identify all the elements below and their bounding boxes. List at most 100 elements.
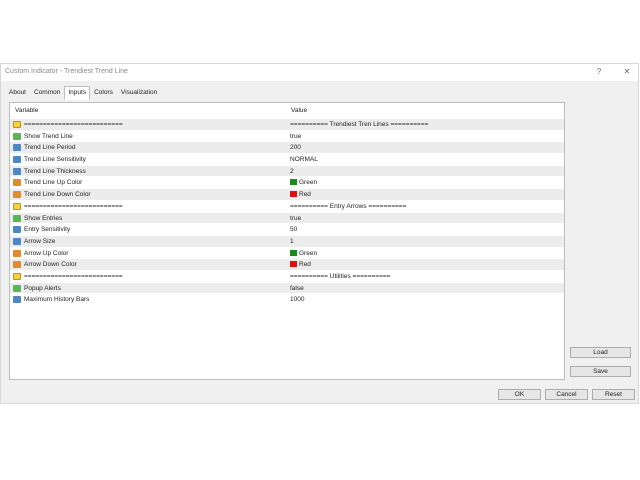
variable-value-text: true: [290, 214, 302, 222]
variable-value[interactable]: ========== Trendiest Tren Lines ========…: [290, 121, 428, 128]
column-header-variable: Variable: [15, 107, 39, 114]
ab-icon: [13, 202, 21, 210]
cancel-button[interactable]: Cancel: [545, 389, 588, 400]
variable-value[interactable]: 1000: [290, 296, 304, 303]
ab-icon: [13, 121, 21, 128]
tab-visualization[interactable]: Visualization: [117, 86, 161, 99]
window-title: Custom Indicator - Trendiest Trend Line: [5, 68, 128, 75]
variable-name: Trend Line Thickness: [24, 167, 86, 175]
variable-value-text: false: [290, 284, 304, 292]
ok-button[interactable]: OK: [498, 389, 541, 400]
variable-value[interactable]: Red: [290, 191, 311, 198]
help-icon[interactable]: ?: [593, 67, 605, 76]
variable-name: Entry Sensitivity: [24, 226, 71, 234]
variable-name: Trend Line Period: [24, 144, 76, 152]
color-swatch: [290, 191, 297, 198]
table-row[interactable]: Trend Line Down Color Red: [10, 189, 564, 201]
variable-name: Show Entries: [24, 214, 63, 222]
color-icon: [13, 179, 21, 187]
tab-inputs[interactable]: Inputs: [64, 86, 91, 100]
variable-value-text: NORMAL: [290, 156, 318, 164]
table-header: Variable Value: [10, 103, 564, 117]
variable-value-text: Green: [299, 249, 318, 257]
variable-name: ==========================: [24, 202, 123, 210]
bool-icon: [13, 132, 21, 140]
variable-name: ==========================: [24, 272, 123, 280]
table-row[interactable]: Popup Alerts false: [10, 282, 564, 295]
table-row[interactable]: ========================== ========== Ent…: [10, 201, 564, 213]
table-row[interactable]: ========================== ========== Uti…: [10, 271, 564, 283]
variable-value[interactable]: true: [290, 133, 301, 140]
variable-value-text: Green: [299, 179, 318, 187]
table-row[interactable]: Arrow Down Color Red: [10, 259, 564, 271]
variable-name: Arrow Up Color: [24, 249, 69, 257]
variable-value[interactable]: true: [290, 215, 301, 222]
variable-value-text: ========== Entry Arrows ==========: [290, 202, 407, 210]
variable-name: Trend Line Up Color: [24, 179, 83, 187]
bool-icon: [13, 214, 21, 222]
color-icon: [13, 191, 21, 199]
table-row[interactable]: Entry Sensitivity 50: [10, 224, 564, 236]
color-swatch: [290, 261, 297, 268]
variable-name: Trend Line Sensitivity: [24, 156, 86, 164]
variable-value[interactable]: Green: [290, 179, 317, 186]
variable-value-text: Red: [299, 261, 311, 269]
variable-value[interactable]: Red: [290, 261, 311, 268]
tab-common[interactable]: Common: [30, 86, 64, 99]
variable-name: Arrow Size: [24, 237, 56, 245]
enum-icon: [13, 156, 21, 164]
save-button[interactable]: Save: [570, 366, 631, 377]
table-row[interactable]: Trend Line Thickness 2: [10, 165, 564, 178]
variable-value-text: 50: [290, 226, 298, 234]
table-row[interactable]: Trend Line Sensitivity NORMAL: [10, 154, 564, 166]
variable-name: Maximum History Bars: [24, 296, 90, 304]
tab-colors[interactable]: Colors: [90, 86, 117, 99]
variable-value[interactable]: Green: [290, 249, 318, 257]
variable-value[interactable]: ========== Entry Arrows ==========: [290, 203, 406, 210]
variable-name: Show Trend Line: [24, 132, 73, 140]
variable-value-text: Red: [299, 191, 311, 199]
close-icon[interactable]: ✕: [621, 67, 633, 76]
color-icon: [13, 261, 21, 269]
table-row[interactable]: Trend Line Up Color Green: [10, 177, 564, 190]
table-body: ========================== ========== Tre…: [10, 119, 564, 306]
color-icon: [13, 249, 21, 257]
variable-value[interactable]: 50: [290, 226, 297, 233]
load-button[interactable]: Load: [570, 347, 631, 358]
color-swatch: [290, 249, 297, 256]
variable-value[interactable]: 1: [290, 238, 294, 245]
table-row[interactable]: ========================== ========== Tre…: [10, 119, 564, 131]
title-bar: Custom Indicator - Trendiest Trend Line …: [1, 64, 638, 81]
table-row[interactable]: Show Trend Line true: [10, 131, 564, 143]
variable-value-text: 1: [290, 237, 294, 245]
color-swatch: [290, 179, 297, 186]
variable-name: Trend Line Down Color: [24, 191, 91, 199]
tab-bar: About Common Inputs Colors Visualization: [5, 86, 161, 100]
variable-name: ==========================: [24, 121, 123, 128]
number-icon: [13, 226, 21, 234]
indicator-dialog: Custom Indicator - Trendiest Trend Line …: [0, 63, 639, 404]
table-row[interactable]: Show Entries true: [10, 212, 564, 225]
variable-value-text: true: [290, 132, 302, 140]
variable-value-text: 1000: [290, 296, 305, 304]
variable-value-text: ========== Utilities ==========: [290, 272, 391, 280]
number-icon: [13, 167, 21, 175]
tab-about[interactable]: About: [5, 86, 30, 99]
table-row[interactable]: Arrow Size 1: [10, 235, 564, 248]
table-row[interactable]: Maximum History Bars 1000: [10, 294, 564, 306]
variable-value[interactable]: ========== Utilities ==========: [290, 273, 390, 280]
number-icon: [13, 296, 21, 304]
column-header-value: Value: [291, 107, 308, 114]
bool-icon: [13, 284, 21, 292]
inputs-table: Variable Value =========================…: [9, 102, 565, 380]
reset-button[interactable]: Reset: [592, 389, 635, 400]
table-row[interactable]: Trend Line Period 200: [10, 142, 564, 155]
variable-value[interactable]: 200: [290, 144, 301, 151]
variable-name: Arrow Down Color: [24, 261, 77, 269]
variable-name: Popup Alerts: [24, 284, 61, 292]
variable-value[interactable]: NORMAL: [290, 156, 318, 163]
variable-value[interactable]: false: [290, 285, 304, 292]
table-row[interactable]: Arrow Up Color Green: [10, 248, 564, 260]
variable-value-text: ========== Trendiest Tren Lines ========…: [290, 121, 429, 128]
variable-value[interactable]: 2: [290, 168, 294, 175]
